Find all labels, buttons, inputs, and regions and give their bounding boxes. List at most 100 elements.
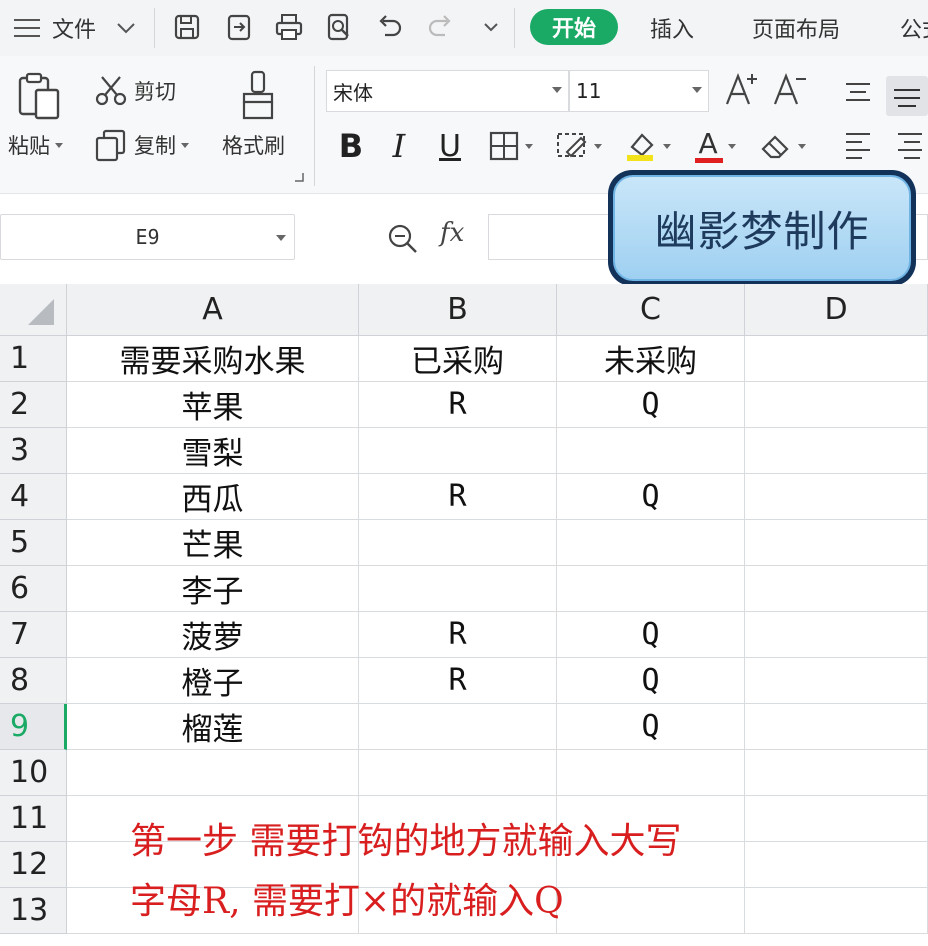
align-center-icon[interactable] xyxy=(894,128,926,160)
cell-d13[interactable] xyxy=(745,888,928,934)
cell-d3[interactable] xyxy=(745,428,928,474)
cell-b9[interactable] xyxy=(359,704,557,750)
row-header-8[interactable]: 8 xyxy=(0,658,67,704)
row-header-5[interactable]: 5 xyxy=(0,520,67,566)
cell-a6[interactable]: 李子 xyxy=(67,566,359,612)
bold-button[interactable]: B xyxy=(334,124,368,168)
row-header-6[interactable]: 6 xyxy=(0,566,67,612)
cell-a7[interactable]: 菠萝 xyxy=(67,612,359,658)
cell-c6[interactable] xyxy=(557,566,745,612)
cell-c13[interactable] xyxy=(557,888,745,934)
redo-icon[interactable] xyxy=(424,10,458,44)
font-color-button[interactable]: A xyxy=(688,124,742,168)
cell-c3[interactable] xyxy=(557,428,745,474)
row-header-11[interactable]: 11 xyxy=(0,796,67,842)
hamburger-menu-icon[interactable] xyxy=(14,0,40,56)
fill-color-button[interactable] xyxy=(620,124,674,168)
cell-b8[interactable]: R xyxy=(359,658,557,704)
column-header-d[interactable]: D xyxy=(745,284,928,336)
italic-button[interactable]: I xyxy=(384,124,414,168)
export-icon[interactable] xyxy=(222,10,256,44)
column-header-b[interactable]: B xyxy=(359,284,557,336)
cell-d2[interactable] xyxy=(745,382,928,428)
tab-home[interactable]: 开始 xyxy=(530,9,618,45)
row-header-1[interactable]: 1 xyxy=(0,336,67,382)
cell-d9[interactable] xyxy=(745,704,928,750)
cell-a3[interactable]: 雪梨 xyxy=(67,428,359,474)
cell-b7[interactable]: R xyxy=(359,612,557,658)
cell-a4[interactable]: 西瓜 xyxy=(67,474,359,520)
copy-button[interactable]: 复制 xyxy=(94,128,189,162)
cell-c7[interactable]: Q xyxy=(557,612,745,658)
align-middle-button[interactable] xyxy=(886,76,928,116)
tab-formulas[interactable]: 公式 xyxy=(900,0,928,56)
print-icon[interactable] xyxy=(272,10,306,44)
cell-d1[interactable] xyxy=(745,336,928,382)
print-preview-icon[interactable] xyxy=(322,10,356,44)
cell-b5[interactable] xyxy=(359,520,557,566)
increase-font-size-icon[interactable] xyxy=(724,70,760,110)
row-header-4[interactable]: 4 xyxy=(0,474,67,520)
column-header-c[interactable]: C xyxy=(557,284,745,336)
cell-d7[interactable] xyxy=(745,612,928,658)
insert-function-button[interactable]: fx xyxy=(440,218,464,248)
name-box[interactable]: E9 xyxy=(0,214,295,260)
format-painter-icon[interactable] xyxy=(238,70,278,120)
chevron-down-icon[interactable] xyxy=(116,0,136,56)
cell-style-button[interactable] xyxy=(550,124,606,168)
cell-d10[interactable] xyxy=(745,750,928,796)
font-size-select[interactable]: 11 xyxy=(569,70,709,112)
cell-b2[interactable]: R xyxy=(359,382,557,428)
cell-d6[interactable] xyxy=(745,566,928,612)
cell-b10[interactable] xyxy=(359,750,557,796)
cell-b6[interactable] xyxy=(359,566,557,612)
tab-page-layout[interactable]: 页面布局 xyxy=(752,0,840,56)
row-header-10[interactable]: 10 xyxy=(0,750,67,796)
cell-a8[interactable]: 橙子 xyxy=(67,658,359,704)
customize-toolbar-icon[interactable] xyxy=(474,10,508,44)
row-header-13[interactable]: 13 xyxy=(0,888,67,934)
cell-c9[interactable]: Q xyxy=(557,704,745,750)
cell-d4[interactable] xyxy=(745,474,928,520)
decrease-font-size-icon[interactable] xyxy=(772,70,808,110)
align-top-icon[interactable] xyxy=(842,78,874,108)
cell-b4[interactable]: R xyxy=(359,474,557,520)
cell-a9[interactable]: 榴莲 xyxy=(67,704,359,750)
format-painter-button[interactable]: 格式刷 xyxy=(222,130,285,160)
cell-d5[interactable] xyxy=(745,520,928,566)
cell-a5[interactable]: 芒果 xyxy=(67,520,359,566)
underline-button[interactable]: U xyxy=(432,124,468,168)
undo-icon[interactable] xyxy=(372,10,406,44)
cell-b1[interactable]: 已采购 xyxy=(359,336,557,382)
paste-button[interactable]: 粘贴 xyxy=(8,130,63,160)
cell-a2[interactable]: 苹果 xyxy=(67,382,359,428)
file-menu[interactable]: 文件 xyxy=(52,0,96,56)
cell-c4[interactable]: Q xyxy=(557,474,745,520)
clipboard-icon[interactable] xyxy=(16,72,62,120)
cell-c1[interactable]: 未采购 xyxy=(557,336,745,382)
cell-a10[interactable] xyxy=(67,750,359,796)
cell-d12[interactable] xyxy=(745,842,928,888)
cell-c10[interactable] xyxy=(557,750,745,796)
cell-c8[interactable]: Q xyxy=(557,658,745,704)
dialog-launcher-icon[interactable] xyxy=(294,172,304,182)
cell-c2[interactable]: Q xyxy=(557,382,745,428)
align-left-icon[interactable] xyxy=(842,128,874,160)
row-header-9[interactable]: 9 xyxy=(0,704,67,750)
row-header-2[interactable]: 2 xyxy=(0,382,67,428)
borders-button[interactable] xyxy=(482,124,538,168)
cell-d8[interactable] xyxy=(745,658,928,704)
cell-a1[interactable]: 需要采购水果 xyxy=(67,336,359,382)
clear-format-button[interactable] xyxy=(754,124,810,168)
row-header-7[interactable]: 7 xyxy=(0,612,67,658)
zoom-icon[interactable] xyxy=(386,222,420,260)
column-header-a[interactable]: A xyxy=(67,284,359,336)
save-icon[interactable] xyxy=(170,10,204,44)
cell-d11[interactable] xyxy=(745,796,928,842)
cut-button[interactable]: 剪切 xyxy=(94,74,176,108)
cell-b3[interactable] xyxy=(359,428,557,474)
row-header-3[interactable]: 3 xyxy=(0,428,67,474)
row-header-12[interactable]: 12 xyxy=(0,842,67,888)
font-name-select[interactable]: 宋体 xyxy=(326,70,569,112)
tab-insert[interactable]: 插入 xyxy=(650,0,694,56)
